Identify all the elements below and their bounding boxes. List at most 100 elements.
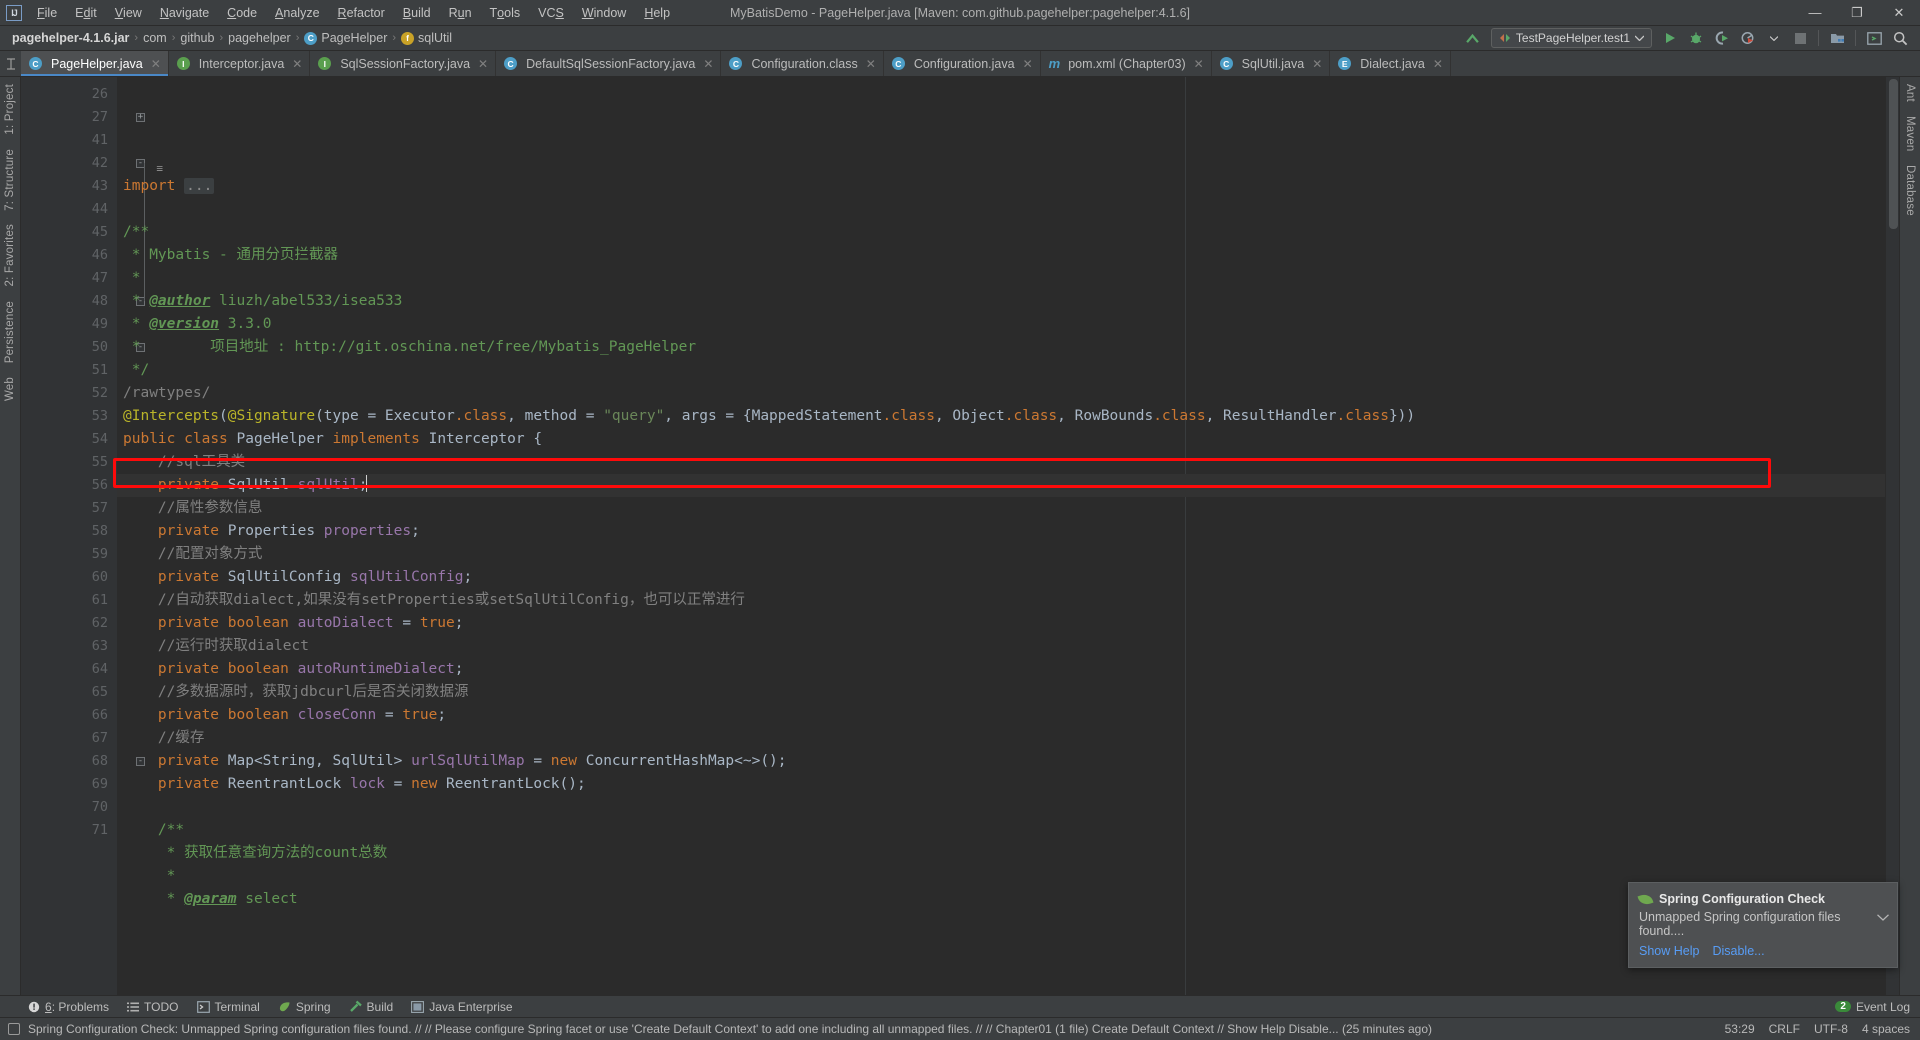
editor-marker-bar[interactable]: ✓ [1885, 77, 1899, 995]
breadcrumb-item-github[interactable]: github [176, 31, 218, 45]
close-icon[interactable]: ✕ [1023, 57, 1033, 71]
menu-analyze[interactable]: Analyze [266, 0, 328, 25]
editor-tab-sqlsessionfactory-java[interactable]: ISqlSessionFactory.java✕ [310, 51, 496, 76]
tool-window-button-build[interactable]: Build [341, 999, 402, 1015]
tool-window-ant[interactable]: Ant [1901, 77, 1919, 109]
editor-line[interactable]: private SqlUtil sqlUtil; [117, 474, 1885, 497]
gutter-line-number[interactable]: 48- [21, 290, 117, 313]
editor-tab-sqlutil-java[interactable]: CSqlUtil.java✕ [1212, 51, 1331, 76]
editor-line[interactable]: * 项目地址 : http://git.oschina.net/free/Myb… [117, 336, 1885, 359]
gutter-line-number[interactable]: 51 [21, 359, 117, 382]
editor-line[interactable]: * Mybatis - 通用分页拦截器 [117, 244, 1885, 267]
editor-line[interactable]: /rawtypes/ [117, 382, 1885, 405]
gutter-line-number[interactable]: 55 [21, 451, 117, 474]
gutter-line-number[interactable]: 58 [21, 520, 117, 543]
editor-line[interactable] [117, 198, 1885, 221]
editor-line[interactable]: /** [117, 819, 1885, 842]
tool-window-2-favorites[interactable]: 2: Favorites [1, 217, 19, 293]
close-icon[interactable]: ✕ [1433, 57, 1443, 71]
editor-area[interactable]: 2627+4142-≡434445464748-4950-51525354555… [21, 77, 1899, 995]
editor-tab-dialect-java[interactable]: EDialect.java✕ [1330, 51, 1451, 76]
editor-line[interactable]: @Intercepts(@Signature(type = Executor.c… [117, 405, 1885, 428]
editor-line[interactable]: //sql工具类 [117, 451, 1885, 474]
menu-help[interactable]: Help [635, 0, 679, 25]
tool-window-maven[interactable]: Maven [1901, 109, 1919, 159]
editor-line[interactable]: private boolean closeConn = true; [117, 704, 1885, 727]
menu-build[interactable]: Build [394, 0, 440, 25]
chevron-down-icon[interactable] [1877, 910, 1889, 924]
tool-window-button-java-enterprise[interactable]: Java Enterprise [403, 999, 520, 1015]
editor-line[interactable]: //属性参数信息 [117, 497, 1885, 520]
editor-line[interactable]: * @author liuzh/abel533/isea533 [117, 290, 1885, 313]
terminal-icon[interactable] [1862, 28, 1886, 49]
editor-line[interactable]: * @param select [117, 888, 1885, 911]
run-configuration-selector[interactable]: TestPageHelper.test1 [1491, 28, 1652, 48]
breadcrumb-item-pagehelper[interactable]: pagehelper [224, 31, 295, 45]
editor-line[interactable]: //自动获取dialect,如果没有setProperties或setSqlUt… [117, 589, 1885, 612]
editor-line[interactable]: //运行时获取dialect [117, 635, 1885, 658]
breadcrumb-item-pagehelper-4-1-6-jar[interactable]: pagehelper-4.1.6.jar [8, 31, 133, 45]
gutter-line-number[interactable]: 67 [21, 727, 117, 750]
editor-line[interactable]: /** [117, 221, 1885, 244]
tool-window-1-project[interactable]: 1: Project [1, 77, 19, 142]
line-separator[interactable]: CRLF [1769, 1022, 1800, 1036]
close-icon[interactable]: ✕ [478, 57, 488, 71]
close-icon[interactable]: ✕ [1194, 57, 1204, 71]
status-message[interactable]: Spring Configuration Check: Unmapped Spr… [28, 1022, 1432, 1036]
tool-window-button-todo[interactable]: TODO [119, 999, 186, 1015]
gutter-line-number[interactable]: 54 [21, 428, 117, 451]
menu-navigate[interactable]: Navigate [151, 0, 218, 25]
gutter-line-number[interactable]: 68- [21, 750, 117, 773]
gutter-line-number[interactable]: 65 [21, 681, 117, 704]
gutter-line-number[interactable]: 47 [21, 267, 117, 290]
editor-line[interactable]: */ [117, 359, 1885, 382]
gutter-line-number[interactable]: 49 [21, 313, 117, 336]
menu-code[interactable]: Code [218, 0, 266, 25]
gutter-line-number[interactable]: 56 [21, 474, 117, 497]
editor-line[interactable]: * [117, 865, 1885, 888]
profile-icon[interactable] [1736, 28, 1760, 49]
tool-window-button-spring[interactable]: Spring [270, 999, 339, 1015]
tool-window-button-terminal[interactable]: Terminal [189, 999, 268, 1015]
close-icon[interactable]: ✕ [151, 57, 161, 71]
editor-line[interactable]: private boolean autoRuntimeDialect; [117, 658, 1885, 681]
profile-dropdown-icon[interactable] [1762, 28, 1786, 49]
editor-line[interactable]: * @version 3.3.0 [117, 313, 1885, 336]
editor-tab-configuration-java[interactable]: CConfiguration.java✕ [884, 51, 1041, 76]
gutter-line-number[interactable]: 63 [21, 635, 117, 658]
editor-line[interactable]: public class PageHelper implements Inter… [117, 428, 1885, 451]
editor-line[interactable]: import ... [117, 175, 1885, 198]
menu-edit[interactable]: Edit [66, 0, 106, 25]
close-icon[interactable]: ✕ [703, 57, 713, 71]
editor-line[interactable]: //多数据源时，获取jdbcurl后是否关闭数据源 [117, 681, 1885, 704]
tool-window-button-problems[interactable]: 6: Problems [20, 999, 117, 1015]
caret-position[interactable]: 53:29 [1725, 1022, 1755, 1036]
tool-window-web[interactable]: Web [1, 370, 19, 408]
debug-icon[interactable] [1684, 28, 1708, 49]
disable-link[interactable]: Disable... [1712, 944, 1764, 958]
editor-scrollbar-thumb[interactable] [1889, 79, 1898, 229]
event-log-button[interactable]: 2 Event Log [1830, 1000, 1910, 1014]
gutter-line-number[interactable]: 71 [21, 819, 117, 842]
editor-line[interactable] [117, 796, 1885, 819]
gutter-line-number[interactable]: 43 [21, 175, 117, 198]
gutter-line-number[interactable]: 59 [21, 543, 117, 566]
editor-line[interactable]: private SqlUtilConfig sqlUtilConfig; [117, 566, 1885, 589]
editor-line[interactable]: * [117, 267, 1885, 290]
editor-line[interactable]: private Map<String, SqlUtil> urlSqlUtilM… [117, 750, 1885, 773]
editor-gutter[interactable]: 2627+4142-≡434445464748-4950-51525354555… [21, 77, 117, 995]
gutter-line-number[interactable]: 70 [21, 796, 117, 819]
update-project-icon[interactable] [1461, 28, 1485, 49]
editor-code[interactable]: import ... /** * Mybatis - 通用分页拦截器 * * @a… [117, 77, 1885, 995]
fold-placeholder[interactable]: ... [184, 178, 214, 194]
editor-tab-interceptor-java[interactable]: IInterceptor.java✕ [169, 51, 311, 76]
close-icon[interactable]: ✕ [1312, 57, 1322, 71]
run-with-coverage-icon[interactable] [1710, 28, 1734, 49]
run-icon[interactable] [1658, 28, 1682, 49]
indent-setting[interactable]: 4 spaces [1862, 1022, 1910, 1036]
menu-vcs[interactable]: VCS [529, 0, 573, 25]
editor-tab-defaultsqlsessionfactory-java[interactable]: CDefaultSqlSessionFactory.java✕ [496, 51, 721, 76]
gutter-line-number[interactable]: 26 [21, 83, 117, 106]
gutter-line-number[interactable]: 46 [21, 244, 117, 267]
gutter-line-number[interactable]: 57 [21, 497, 117, 520]
